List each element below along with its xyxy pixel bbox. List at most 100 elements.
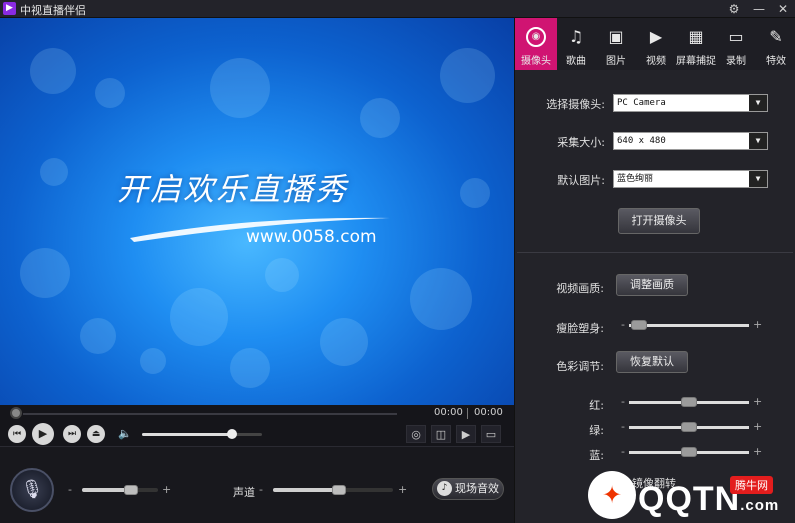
slim-face-label: 瘦脸塑身: xyxy=(556,322,604,335)
volume-fill xyxy=(142,433,232,436)
seek-track[interactable] xyxy=(23,413,397,415)
time-divider xyxy=(467,408,468,419)
right-panel: ◉ 摄像头 ♫ 歌曲 ▣ 图片 ▶ 视频 ▦ 屏幕捕捉 ▭ 录制 ✎ 特效 选择摄像头: PC Camer… xyxy=(514,18,795,523)
channel-handle[interactable] xyxy=(332,485,346,495)
default-picture-select[interactable]: 蓝色绚丽 ▼ xyxy=(613,170,768,188)
video-camera-icon: ▶ xyxy=(649,27,663,46)
camera-icon: ◉ xyxy=(526,27,546,47)
blue-handle[interactable] xyxy=(681,447,697,457)
bokeh-light xyxy=(170,288,228,346)
green-handle[interactable] xyxy=(681,422,697,432)
screen-button[interactable]: ▭ xyxy=(481,425,501,443)
channel-minus[interactable]: - xyxy=(259,483,263,496)
watermark-badge: 腾牛网 xyxy=(730,476,773,494)
mic-plus[interactable]: + xyxy=(162,483,171,496)
video-headline: 开启欢乐直播秀 xyxy=(117,172,348,208)
capture-size-label: 采集大小: xyxy=(557,136,605,149)
capture-size-value: 640 x 480 xyxy=(617,136,666,146)
chevron-down-icon[interactable]: ▼ xyxy=(749,133,767,149)
camera-select-value: PC Camera xyxy=(617,98,666,108)
channel-label: 声道 xyxy=(233,486,255,499)
slim-face-slider[interactable] xyxy=(629,320,749,330)
mic-volume-handle[interactable] xyxy=(124,485,139,495)
microphone-button[interactable]: 🎙 xyxy=(10,468,54,512)
mic-volume-slider[interactable] xyxy=(82,485,158,495)
camera-settings: 选择摄像头: PC Camera ▼ 采集大小: 640 x 480 ▼ 默认图… xyxy=(520,70,791,252)
chevron-down-icon[interactable]: ▼ xyxy=(749,95,767,111)
red-minus[interactable]: - xyxy=(621,395,625,408)
slim-minus[interactable]: - xyxy=(621,318,625,331)
open-camera-button[interactable]: 打开摄像头 xyxy=(618,208,700,234)
tab-6[interactable]: ▭ 录制 xyxy=(715,18,757,70)
tab-5[interactable]: ▦ 屏幕捕捉 xyxy=(675,18,717,70)
window-title: 中视直播伴侣 xyxy=(20,4,86,17)
channel-slider[interactable] xyxy=(273,485,393,495)
red-plus[interactable]: + xyxy=(753,395,762,408)
image-icon: ▣ xyxy=(608,27,624,46)
volume-handle[interactable] xyxy=(227,429,237,439)
bokeh-light xyxy=(230,348,270,388)
eject-button[interactable]: ⏏ xyxy=(87,425,105,443)
webcam-button[interactable]: ◎ xyxy=(406,425,426,443)
play-icon: ▶ xyxy=(38,427,48,440)
total-time: 00:00 xyxy=(474,407,503,418)
magic-wand-icon: ✎ xyxy=(769,27,783,46)
next-button[interactable]: ⏭ xyxy=(63,425,81,443)
bokeh-light xyxy=(80,318,116,354)
live-effect-button[interactable]: ♪ 现场音效 xyxy=(432,478,504,500)
chevron-down-icon[interactable]: ▼ xyxy=(749,171,767,187)
volume-slider[interactable] xyxy=(142,429,262,439)
previous-button[interactable]: ⏮ xyxy=(8,425,26,443)
snapshot-button[interactable]: ◫ xyxy=(431,425,451,443)
green-plus[interactable]: + xyxy=(753,420,762,433)
red-slider[interactable] xyxy=(629,397,749,407)
tab-label: 图片 xyxy=(606,56,626,67)
tab-label: 摄像头 xyxy=(521,56,551,67)
tab-label: 视频 xyxy=(646,56,666,67)
site-watermark: ✦ QQTN.com 腾牛网 xyxy=(588,470,795,523)
slim-face-handle[interactable] xyxy=(630,320,647,330)
red-label: 红: xyxy=(589,399,604,412)
blue-slider[interactable] xyxy=(629,447,749,457)
seekbar: 00:00 00:00 xyxy=(0,405,514,422)
video-record-button[interactable]: ▶ xyxy=(456,425,476,443)
tab-1[interactable]: ◉ 摄像头 xyxy=(515,18,557,70)
tab-3[interactable]: ▣ 图片 xyxy=(595,18,637,70)
red-handle[interactable] xyxy=(681,397,697,407)
tab-label: 歌曲 xyxy=(566,56,586,67)
green-minus[interactable]: - xyxy=(621,420,625,433)
bokeh-light xyxy=(410,268,472,330)
video-quality-label: 视频画质: xyxy=(556,282,604,295)
monitor-icon: ▭ xyxy=(485,428,497,441)
webcam-icon: ◎ xyxy=(411,428,421,441)
bokeh-light xyxy=(40,158,68,186)
playback-controls: ⏮ ▶ ⏭ ⏏ 🔈 ◎ ◫ ▶ ▭ xyxy=(0,422,514,446)
blue-minus[interactable]: - xyxy=(621,445,625,458)
video-preview[interactable]: 开启欢乐直播秀 www.0058.com xyxy=(0,18,514,405)
seek-handle[interactable] xyxy=(10,407,22,419)
reset-default-button[interactable]: 恢复默认 xyxy=(616,351,688,373)
channel-plus[interactable]: + xyxy=(398,483,407,496)
eject-icon: ⏏ xyxy=(91,429,101,439)
bokeh-light xyxy=(360,98,400,138)
minimize-button[interactable]: — xyxy=(751,1,767,17)
close-button[interactable]: ✕ xyxy=(775,1,791,17)
tab-4[interactable]: ▶ 视频 xyxy=(635,18,677,70)
bokeh-light xyxy=(95,78,125,108)
camera-select-label: 选择摄像头: xyxy=(546,98,605,111)
camera-select[interactable]: PC Camera ▼ xyxy=(613,94,768,112)
bokeh-light xyxy=(265,258,299,292)
slim-plus[interactable]: + xyxy=(753,318,762,331)
bokeh-light xyxy=(440,48,495,103)
play-button[interactable]: ▶ xyxy=(32,423,54,445)
mic-minus[interactable]: - xyxy=(68,483,72,496)
next-icon: ⏭ xyxy=(67,429,77,439)
green-slider[interactable] xyxy=(629,422,749,432)
settings-gear-icon[interactable]: ⚙ xyxy=(726,1,742,17)
capture-size-select[interactable]: 640 x 480 ▼ xyxy=(613,132,768,150)
tab-7[interactable]: ✎ 特效 xyxy=(755,18,795,70)
adjust-quality-button[interactable]: 调整画质 xyxy=(616,274,688,296)
tab-label: 屏幕捕捉 xyxy=(676,56,716,67)
blue-plus[interactable]: + xyxy=(753,445,762,458)
tab-2[interactable]: ♫ 歌曲 xyxy=(555,18,597,70)
